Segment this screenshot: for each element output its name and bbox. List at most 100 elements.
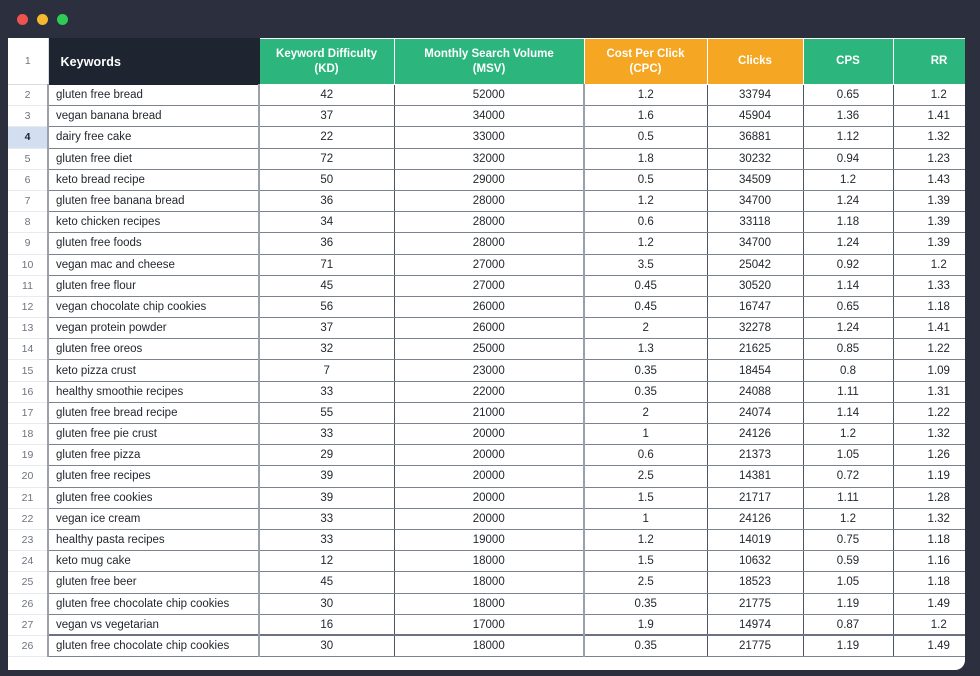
cell-cpc[interactable]: 1.9	[584, 614, 707, 635]
cell-rr[interactable]: 1.26	[893, 445, 965, 466]
cell-kd[interactable]: 39	[259, 466, 394, 487]
row-number-cell[interactable]: 14	[8, 339, 48, 360]
table-row[interactable]: 4dairy free cake22330000.5368811.121.32	[8, 127, 965, 148]
cell-rr[interactable]: 1.22	[893, 339, 965, 360]
table-row[interactable]: 27vegan vs vegetarian16170001.9149740.87…	[8, 614, 965, 635]
cell-cps[interactable]: 1.14	[803, 275, 893, 296]
row-number-cell[interactable]: 18	[8, 424, 48, 445]
cell-cps[interactable]: 0.8	[803, 360, 893, 381]
cell-clicks[interactable]: 34509	[707, 169, 803, 190]
cell-cpc[interactable]: 0.5	[584, 127, 707, 148]
cell-msv[interactable]: 28000	[394, 190, 584, 211]
cell-keyword[interactable]: gluten free pizza	[48, 445, 259, 466]
row-number-cell[interactable]: 20	[8, 466, 48, 487]
cell-rr[interactable]: 1.32	[893, 127, 965, 148]
cell-kd[interactable]: 45	[259, 275, 394, 296]
cell-cps[interactable]: 1.05	[803, 572, 893, 593]
cell-kd[interactable]: 72	[259, 148, 394, 169]
cell-msv[interactable]: 18000	[394, 635, 584, 656]
cell-cpc[interactable]: 0.35	[584, 635, 707, 656]
column-header-rr[interactable]: RR	[893, 39, 965, 85]
row-number-cell[interactable]: 11	[8, 275, 48, 296]
cell-keyword[interactable]: dairy free cake	[48, 127, 259, 148]
table-row[interactable]: 24keto mug cake12180001.5106320.591.16	[8, 551, 965, 572]
cell-cpc[interactable]: 1.5	[584, 487, 707, 508]
cell-rr[interactable]: 1.18	[893, 529, 965, 550]
cell-msv[interactable]: 26000	[394, 296, 584, 317]
cell-rr[interactable]: 1.32	[893, 508, 965, 529]
cell-keyword[interactable]: keto pizza crust	[48, 360, 259, 381]
cell-keyword[interactable]: healthy pasta recipes	[48, 529, 259, 550]
cell-kd[interactable]: 71	[259, 254, 394, 275]
cell-cps[interactable]: 0.87	[803, 614, 893, 635]
cell-cpc[interactable]: 0.35	[584, 593, 707, 614]
row-number-cell[interactable]: 15	[8, 360, 48, 381]
cell-clicks[interactable]: 16747	[707, 296, 803, 317]
cell-clicks[interactable]: 21775	[707, 593, 803, 614]
row-number-cell[interactable]: 13	[8, 318, 48, 339]
cell-cps[interactable]: 0.92	[803, 254, 893, 275]
cell-cpc[interactable]: 1	[584, 508, 707, 529]
cell-cps[interactable]: 1.2	[803, 169, 893, 190]
cell-rr[interactable]: 1.28	[893, 487, 965, 508]
cell-cps[interactable]: 1.19	[803, 635, 893, 656]
table-row[interactable]: 16healthy smoothie recipes33220000.35240…	[8, 381, 965, 402]
cell-clicks[interactable]: 24074	[707, 402, 803, 423]
cell-kd[interactable]: 30	[259, 593, 394, 614]
cell-kd[interactable]: 32	[259, 339, 394, 360]
cell-clicks[interactable]: 14019	[707, 529, 803, 550]
cell-msv[interactable]: 22000	[394, 381, 584, 402]
cell-keyword[interactable]: gluten free oreos	[48, 339, 259, 360]
cell-msv[interactable]: 20000	[394, 424, 584, 445]
row-number-cell[interactable]: 22	[8, 508, 48, 529]
cell-clicks[interactable]: 30232	[707, 148, 803, 169]
cell-rr[interactable]: 1.31	[893, 381, 965, 402]
cell-msv[interactable]: 19000	[394, 529, 584, 550]
table-row[interactable]: 13vegan protein powder37260002322781.241…	[8, 318, 965, 339]
cell-msv[interactable]: 27000	[394, 275, 584, 296]
cell-cpc[interactable]: 1.2	[584, 529, 707, 550]
column-header-msv[interactable]: Monthly Search Volume (MSV)	[394, 39, 584, 85]
cell-cps[interactable]: 0.75	[803, 529, 893, 550]
cell-cps[interactable]: 0.72	[803, 466, 893, 487]
cell-msv[interactable]: 34000	[394, 106, 584, 127]
cell-cpc[interactable]: 0.45	[584, 275, 707, 296]
cell-clicks[interactable]: 18454	[707, 360, 803, 381]
cell-msv[interactable]: 27000	[394, 254, 584, 275]
row-number-cell[interactable]: 4	[8, 127, 48, 148]
cell-clicks[interactable]: 34700	[707, 190, 803, 211]
cell-cpc[interactable]: 1.2	[584, 233, 707, 254]
table-row[interactable]: 19gluten free pizza29200000.6213731.051.…	[8, 445, 965, 466]
cell-clicks[interactable]: 33794	[707, 85, 803, 106]
cell-clicks[interactable]: 30520	[707, 275, 803, 296]
cell-rr[interactable]: 1.2	[893, 254, 965, 275]
cell-keyword[interactable]: vegan chocolate chip cookies	[48, 296, 259, 317]
cell-cps[interactable]: 1.19	[803, 593, 893, 614]
cell-clicks[interactable]: 21373	[707, 445, 803, 466]
cell-clicks[interactable]: 21625	[707, 339, 803, 360]
cell-rr[interactable]: 1.18	[893, 296, 965, 317]
row-number-cell[interactable]: 12	[8, 296, 48, 317]
cell-kd[interactable]: 34	[259, 212, 394, 233]
table-row[interactable]: 17gluten free bread recipe55210002240741…	[8, 402, 965, 423]
close-window-button[interactable]	[17, 14, 28, 25]
cell-clicks[interactable]: 14974	[707, 614, 803, 635]
row-number-cell[interactable]: 21	[8, 487, 48, 508]
cell-clicks[interactable]: 24088	[707, 381, 803, 402]
cell-clicks[interactable]: 24126	[707, 424, 803, 445]
cell-cpc[interactable]: 2.5	[584, 572, 707, 593]
row-number-cell[interactable]: 3	[8, 106, 48, 127]
cell-cps[interactable]: 1.24	[803, 318, 893, 339]
cell-cpc[interactable]: 1.2	[584, 190, 707, 211]
row-number-cell[interactable]: 23	[8, 529, 48, 550]
table-row[interactable]: 3vegan banana bread37340001.6459041.361.…	[8, 106, 965, 127]
table-row[interactable]: 11gluten free flour45270000.45305201.141…	[8, 275, 965, 296]
cell-cpc[interactable]: 2	[584, 318, 707, 339]
cell-msv[interactable]: 18000	[394, 551, 584, 572]
row-number-cell[interactable]: 7	[8, 190, 48, 211]
cell-kd[interactable]: 12	[259, 551, 394, 572]
table-row[interactable]: 22vegan ice cream33200001241261.21.32	[8, 508, 965, 529]
cell-cps[interactable]: 1.18	[803, 212, 893, 233]
cell-keyword[interactable]: vegan protein powder	[48, 318, 259, 339]
cell-rr[interactable]: 1.16	[893, 551, 965, 572]
